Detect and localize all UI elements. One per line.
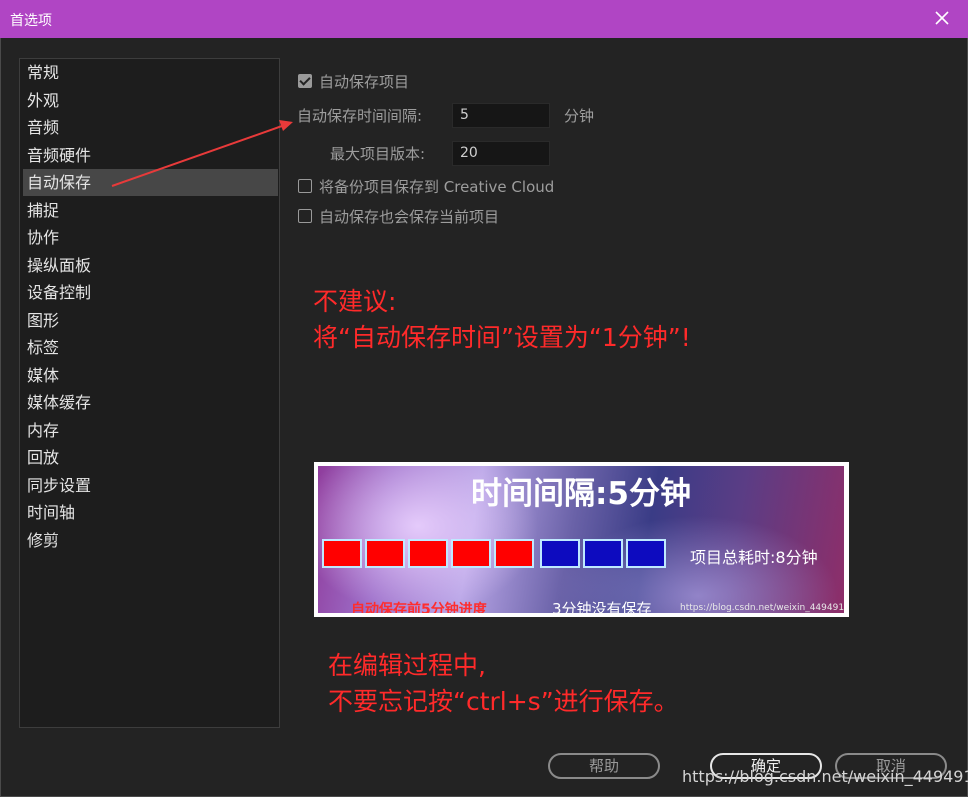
sidebar-item-capture[interactable]: 捕捉 xyxy=(23,197,278,224)
backup-cloud-checkbox[interactable] xyxy=(298,179,312,193)
saved-progress-label: 自动保存前5分钟进度 xyxy=(351,602,487,613)
sidebar-item-audio-hardware[interactable]: 音频硬件 xyxy=(23,142,278,169)
unsaved-block xyxy=(626,539,666,568)
saved-block xyxy=(451,539,491,568)
close-button[interactable] xyxy=(928,4,956,32)
sidebar-item-graphics[interactable]: 图形 xyxy=(23,307,278,334)
sidebar-item-sync-settings[interactable]: 同步设置 xyxy=(23,472,278,499)
save-current-label: 自动保存也会保存当前项目 xyxy=(319,208,500,226)
total-time-label: 项目总耗时:8分钟 xyxy=(690,548,818,567)
sidebar-item-labels[interactable]: 标签 xyxy=(23,334,278,361)
autosave-interval-input[interactable]: 5 xyxy=(452,103,550,128)
preferences-category-list[interactable]: 常规 外观 音频 音频硬件 自动保存 捕捉 协作 操纵面板 设备控制 图形 标签… xyxy=(19,58,280,728)
sidebar-item-autosave[interactable]: 自动保存 xyxy=(23,169,278,196)
title-bar: 首选项 xyxy=(0,0,968,38)
autosave-interval-label: 自动保存时间间隔: xyxy=(297,107,423,125)
sidebar-item-media-cache[interactable]: 媒体缓存 xyxy=(23,389,278,416)
autosave-interval-infographic: 时间间隔:5分钟 项目总耗时:8分钟 自动保存前5分钟进度 3分钟没有保存 ht… xyxy=(314,462,849,617)
max-versions-label: 最大项目版本: xyxy=(330,145,426,163)
sidebar-item-audio[interactable]: 音频 xyxy=(23,114,278,141)
saved-block xyxy=(322,539,362,568)
page-watermark: https://blog.csdn.net/weixin_44949135 xyxy=(682,767,968,786)
max-versions-input[interactable]: 20 xyxy=(452,141,550,166)
warning-annotation-line2: 将“自动保存时间”设置为“1分钟”! xyxy=(313,323,691,352)
unsaved-block xyxy=(540,539,580,568)
sidebar-item-control-surface[interactable]: 操纵面板 xyxy=(23,252,278,279)
tip-annotation-line2: 不要忘记按“ctrl+s”进行保存。 xyxy=(328,687,679,716)
window-title: 首选项 xyxy=(10,13,52,29)
sidebar-item-timeline[interactable]: 时间轴 xyxy=(23,499,278,526)
infographic-title: 时间间隔:5分钟 xyxy=(471,476,691,512)
tip-annotation-line1: 在编辑过程中, xyxy=(328,651,486,680)
sidebar-item-media[interactable]: 媒体 xyxy=(23,362,278,389)
unsaved-block xyxy=(583,539,623,568)
saved-block xyxy=(494,539,534,568)
sidebar-item-memory[interactable]: 内存 xyxy=(23,417,278,444)
sidebar-item-general[interactable]: 常规 xyxy=(23,59,278,86)
sidebar-item-collaboration[interactable]: 协作 xyxy=(23,224,278,251)
help-button[interactable]: 帮助 xyxy=(548,753,660,779)
saved-block xyxy=(408,539,448,568)
autosave-enable-label: 自动保存项目 xyxy=(319,73,410,91)
sidebar-item-device-control[interactable]: 设备控制 xyxy=(23,279,278,306)
autosave-enable-checkbox[interactable] xyxy=(298,74,312,88)
unsaved-label: 3分钟没有保存 xyxy=(552,600,652,613)
saved-block xyxy=(365,539,405,568)
save-current-checkbox[interactable] xyxy=(298,209,312,223)
sidebar-item-playback[interactable]: 回放 xyxy=(23,444,278,471)
infographic-watermark: https://blog.csdn.net/weixin_44949135 xyxy=(680,603,844,613)
sidebar-item-appearance[interactable]: 外观 xyxy=(23,87,278,114)
backup-cloud-label: 将备份项目保存到 Creative Cloud xyxy=(319,178,555,196)
infographic-background: 时间间隔:5分钟 项目总耗时:8分钟 自动保存前5分钟进度 3分钟没有保存 ht… xyxy=(318,466,844,613)
autosave-interval-unit: 分钟 xyxy=(564,107,595,125)
close-icon xyxy=(935,11,949,25)
sidebar-item-trim[interactable]: 修剪 xyxy=(23,527,278,554)
warning-annotation-line1: 不建议: xyxy=(313,287,397,316)
